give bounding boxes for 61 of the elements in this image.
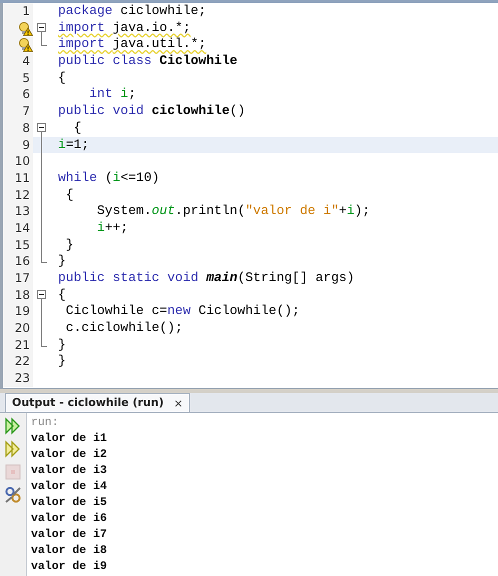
line-number: 20 bbox=[14, 321, 30, 336]
code-line: import java.io.*; bbox=[58, 20, 191, 36]
output-tab[interactable]: Output - ciclowhile (run) × bbox=[5, 393, 190, 412]
line-number: 17 bbox=[14, 271, 30, 285]
code-line: while (i<=10) bbox=[58, 170, 160, 187]
line-number: 5 bbox=[22, 70, 30, 85]
code-line: } bbox=[58, 336, 66, 354]
code-line: package ciclowhile; bbox=[58, 3, 206, 20]
code-line: { bbox=[58, 70, 66, 86]
code-line: public void ciclowhile() bbox=[58, 103, 246, 120]
code-line: { bbox=[64, 186, 74, 204]
warning-bulb-icon[interactable] bbox=[18, 37, 33, 52]
code-line: { bbox=[58, 286, 66, 304]
code-line: c.ciclowhile(); bbox=[64, 320, 183, 337]
line-number: 13 bbox=[14, 204, 30, 218]
fold-collapse-icon[interactable] bbox=[37, 22, 46, 37]
settings-icon[interactable] bbox=[4, 486, 22, 504]
fold-collapse-icon[interactable] bbox=[37, 122, 46, 137]
output-line: valor de i5 bbox=[31, 496, 107, 509]
code-line: } bbox=[58, 253, 66, 270]
line-number: 23 bbox=[14, 371, 30, 386]
output-line: valor de i1 bbox=[31, 432, 107, 445]
line-number: 7 bbox=[22, 104, 30, 118]
rerun-icon[interactable] bbox=[4, 417, 22, 435]
output-line: run: bbox=[31, 416, 59, 429]
line-number: 4 bbox=[22, 54, 30, 68]
code-line: public class Ciclowhile bbox=[58, 53, 238, 70]
code-line: Ciclowhile c=new Ciclowhile(); bbox=[64, 303, 300, 320]
line-number: 19 bbox=[14, 304, 30, 318]
code-line: import java.util.*; bbox=[58, 36, 206, 54]
output-line: valor de i9 bbox=[31, 560, 107, 573]
output-line: valor de i4 bbox=[31, 480, 107, 493]
line-number: 10 bbox=[14, 154, 30, 168]
line-number: 9 bbox=[22, 138, 30, 152]
output-line: valor de i6 bbox=[31, 512, 107, 525]
fold-collapse-icon[interactable] bbox=[37, 290, 46, 304]
code-line: { bbox=[72, 120, 82, 137]
line-number: 15 bbox=[14, 238, 30, 252]
line-number: 1 bbox=[22, 4, 30, 18]
warning-bulb-icon[interactable] bbox=[18, 20, 33, 36]
output-line: valor de i7 bbox=[31, 528, 107, 541]
close-button[interactable]: × bbox=[174, 398, 183, 408]
line-number: 8 bbox=[22, 120, 30, 135]
line-number: 6 bbox=[22, 87, 30, 102]
line-number: 14 bbox=[14, 220, 30, 235]
line-number: 22 bbox=[14, 354, 30, 368]
line-number: 11 bbox=[14, 170, 30, 185]
output-line: valor de i8 bbox=[31, 544, 107, 557]
code-line: } bbox=[58, 353, 66, 370]
code-line: i++; bbox=[96, 220, 128, 237]
line-number: 21 bbox=[14, 338, 30, 352]
code-line: public static void main(String[] args) bbox=[58, 270, 354, 287]
line-number: 16 bbox=[14, 254, 30, 268]
code-line: System.out.println("valor de i"+i); bbox=[96, 203, 370, 220]
output-line: valor de i2 bbox=[31, 448, 107, 461]
code-line: int i; bbox=[88, 86, 136, 104]
code-line: } bbox=[64, 236, 74, 254]
line-number: 18 bbox=[14, 288, 30, 302]
line-number: 12 bbox=[14, 188, 30, 202]
output-line: valor de i3 bbox=[31, 464, 107, 477]
code-line: i=1; bbox=[58, 136, 90, 154]
